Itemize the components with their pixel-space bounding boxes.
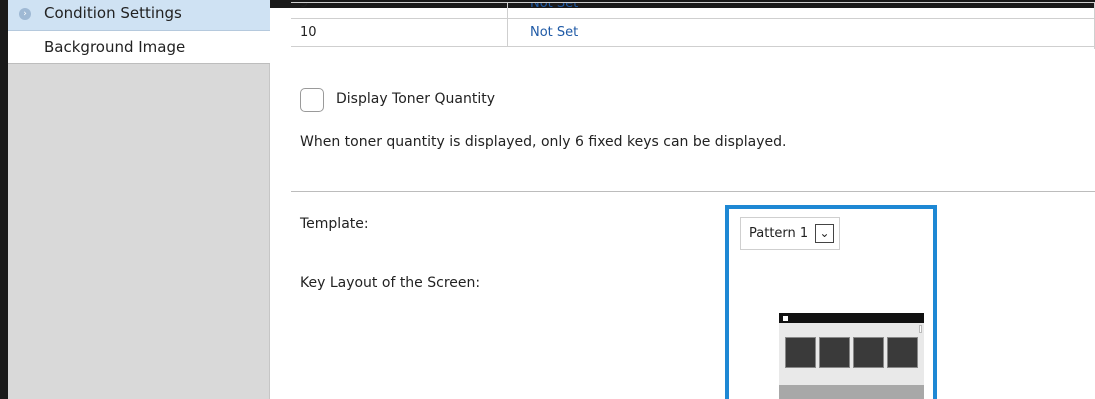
template-select-value: Pattern 1 [749,226,809,241]
key-number: 9 [291,3,508,18]
page: › Condition Settings Background Image 9 … [0,0,1095,399]
key-layout-preview [779,313,924,399]
sidebar-item-label: Condition Settings [44,4,182,22]
preview-key [819,337,850,368]
main-content: 9 Not Set 10 Not Set Display Toner Quant… [270,0,1095,399]
sidebar-item-label: Background Image [44,38,186,56]
sidebar-item-condition-settings[interactable]: › Condition Settings [8,0,270,31]
display-toner-quantity-label[interactable]: Display Toner Quantity [336,91,495,107]
preview-scroll-icon [919,325,922,333]
preview-key [785,337,816,368]
preview-key [887,337,918,368]
preview-status-bar [779,313,924,323]
preview-key [853,337,884,368]
table-row: 10 Not Set [291,19,1095,47]
preview-home-icon [783,316,788,321]
key-value-link[interactable]: Not Set [508,3,578,18]
key-value-link[interactable]: Not Set [508,19,578,46]
chevron-right-icon: › [19,8,31,20]
window-border-left [0,0,8,399]
template-select[interactable]: Pattern 1 ⌄ [740,217,840,250]
template-highlight-box: Pattern 1 ⌄ [725,205,937,399]
toner-note: When toner quantity is displayed, only 6… [300,134,787,150]
display-toner-quantity-checkbox[interactable] [300,88,324,112]
section-divider [291,191,1095,192]
key-table: 9 Not Set 10 Not Set [291,2,1095,49]
preview-bottom-bar [779,385,924,399]
chevron-down-icon[interactable]: ⌄ [815,224,834,243]
sidebar: › Condition Settings Background Image [8,0,270,399]
key-layout-label: Key Layout of the Screen: [300,275,481,291]
key-number: 10 [291,19,508,46]
sidebar-item-background-image[interactable]: Background Image [8,31,270,64]
template-label: Template: [300,216,369,232]
table-row: 9 Not Set [291,3,1095,19]
